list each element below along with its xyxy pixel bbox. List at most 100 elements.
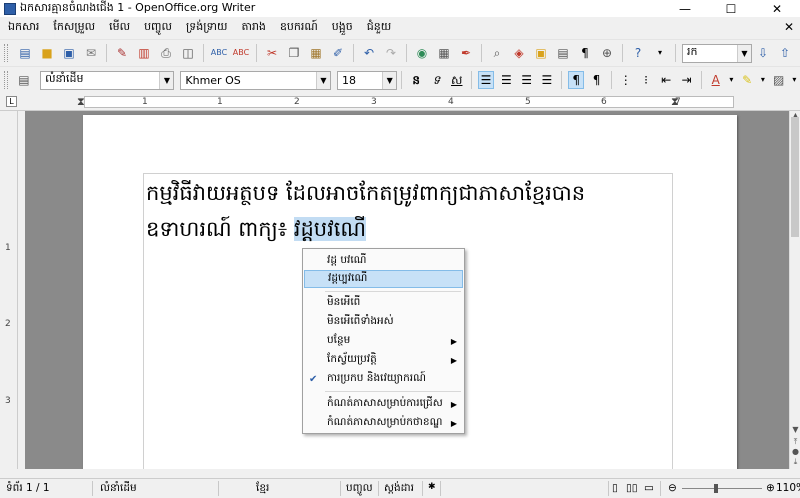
chevron-down-icon[interactable]: ▼ <box>315 71 330 89</box>
bullets-icon[interactable]: ⁝ <box>638 71 654 89</box>
right-indent-marker-icon[interactable]: ⧗ <box>671 95 679 109</box>
chevron-down-icon[interactable]: ▼ <box>159 71 174 89</box>
underline-icon[interactable]: ស <box>449 71 465 89</box>
menu-file[interactable]: ឯកសារ <box>6 20 51 36</box>
find-input[interactable]: រក ▼ <box>682 43 752 63</box>
page-indicator[interactable]: ទំព័រ 1 / 1 <box>6 482 50 497</box>
highlighting-icon[interactable]: ✎ <box>739 71 755 89</box>
toolbar-options-icon[interactable]: ▾ <box>651 44 669 62</box>
find-replace-icon[interactable]: ⌕ <box>488 44 506 62</box>
spelling-grammar-item[interactable]: ✔ ការប្រកប និងវេយ្យាករណ៍ <box>304 370 463 388</box>
help-icon[interactable]: ? <box>629 44 647 62</box>
menu-format[interactable]: ទ្រង់ទ្រាយ <box>184 20 239 36</box>
increase-indent-icon[interactable]: ⇥ <box>678 71 694 89</box>
scroll-down-icon[interactable]: ▼ <box>791 425 800 434</box>
ignore-all-item[interactable]: មិនអើពើទាំងអស់ <box>304 313 463 331</box>
paragraph-style-select[interactable]: លំនាំដើម ▼ <box>40 70 175 90</box>
menu-tools[interactable]: ឧបករណ៍ <box>278 20 330 36</box>
autocorrect-item[interactable]: កែស្វ័យប្រវត្តិ ▶ <box>304 351 463 369</box>
chevron-down-icon[interactable]: ▼ <box>382 71 397 89</box>
suggestion-2[interactable]: វដ្ដប្បវណើ <box>304 270 463 288</box>
zoom-slider-knob[interactable] <box>714 484 718 493</box>
toolbar-grip[interactable] <box>4 44 8 62</box>
page-preview-icon[interactable]: ◫ <box>179 44 197 62</box>
hyperlink-icon[interactable]: ◉ <box>413 44 431 62</box>
minimize-button[interactable]: — <box>662 0 708 17</box>
multi-page-view-icon[interactable]: ▯▯ <box>626 482 638 494</box>
open-folder-icon[interactable]: ■ <box>38 44 56 62</box>
align-right-icon[interactable]: ☰ <box>519 71 535 89</box>
font-name-select[interactable]: Khmer OS ▼ <box>180 70 331 90</box>
copy-icon[interactable]: ❐ <box>285 44 303 62</box>
scrollbar-thumb[interactable] <box>791 117 799 237</box>
font-color-icon[interactable]: A <box>708 71 724 89</box>
book-view-icon[interactable]: ▭ <box>644 482 654 494</box>
zoom-level[interactable]: 110% <box>776 482 800 494</box>
suggestion-1[interactable]: វដ្ដ បវណើ <box>304 252 463 270</box>
menu-window[interactable]: បង្អួច <box>330 20 365 36</box>
selection-mode[interactable]: ស្តង់ដារ <box>384 482 414 497</box>
close-document-icon[interactable]: ✕ <box>784 20 794 34</box>
insert-mode[interactable]: បញ្ចូល <box>346 482 373 497</box>
cut-icon[interactable]: ✂ <box>263 44 281 62</box>
document-modified-icon[interactable]: ✱ <box>428 482 436 492</box>
show-draw-functions-icon[interactable]: ✒ <box>457 44 475 62</box>
find-previous-icon[interactable]: ⇧ <box>776 44 794 62</box>
toolbar-grip[interactable] <box>4 71 8 89</box>
data-sources-icon[interactable]: ▤ <box>554 44 572 62</box>
left-to-right-icon[interactable]: ¶ <box>567 71 585 89</box>
clone-formatting-icon[interactable]: ✐ <box>329 44 347 62</box>
navigator-icon[interactable]: ◈ <box>510 44 528 62</box>
previous-page-icon[interactable]: ⤒ <box>791 437 800 447</box>
background-color-icon[interactable]: ▨ <box>771 71 787 89</box>
new-document-icon[interactable]: ▤ <box>16 44 34 62</box>
edit-file-icon[interactable]: ✎ <box>113 44 131 62</box>
font-color-dropdown-icon[interactable]: ▾ <box>728 71 735 89</box>
set-language-selection-item[interactable]: កំណត់ភាសាសម្រាប់ការជ្រើស ▶ <box>304 395 463 413</box>
decrease-indent-icon[interactable]: ⇤ <box>658 71 674 89</box>
email-icon[interactable]: ✉ <box>82 44 100 62</box>
italic-icon[interactable]: ទ <box>428 71 444 89</box>
autospellcheck-icon[interactable]: ABC <box>232 44 250 62</box>
menu-help[interactable]: ជំនួយ <box>365 20 403 36</box>
numbering-icon[interactable]: ⋮ <box>618 71 634 89</box>
justify-icon[interactable]: ☰ <box>539 71 555 89</box>
zoom-in-icon[interactable]: ⊕ <box>766 482 775 494</box>
save-icon[interactable]: ▣ <box>60 44 78 62</box>
page-style[interactable]: លំនាំដើម <box>100 482 137 497</box>
chevron-down-icon[interactable]: ▼ <box>737 44 751 62</box>
language-indicator[interactable]: ខ្មែរ <box>256 482 269 497</box>
font-size-select[interactable]: 18 ▼ <box>336 70 398 90</box>
next-page-icon[interactable]: ⤓ <box>791 457 800 467</box>
menu-edit[interactable]: កែសម្រួល <box>51 20 107 36</box>
maximize-button[interactable]: ☐ <box>708 0 754 17</box>
gallery-icon[interactable]: ▣ <box>532 44 550 62</box>
menu-table[interactable]: តារាង <box>239 20 277 36</box>
ruler-track[interactable]: ⧗ 1 1 2 3 4 5 6 7 ⧗ <box>77 95 734 109</box>
zoom-slider[interactable] <box>682 488 762 489</box>
print-icon[interactable]: ⎙ <box>157 44 175 62</box>
table-icon[interactable]: ▦ <box>435 44 453 62</box>
align-left-icon[interactable]: ☰ <box>477 71 495 89</box>
misspelled-word-selection[interactable]: វដ្ដបវណើ <box>293 217 367 241</box>
align-center-icon[interactable]: ☰ <box>498 71 514 89</box>
zoom-out-icon[interactable]: ⊖ <box>668 482 677 494</box>
right-to-left-icon[interactable]: ¶ <box>588 71 604 89</box>
set-language-paragraph-item[interactable]: កំណត់ភាសាសម្រាប់កថាខណ្ឌ ▶ <box>304 414 463 432</box>
close-button[interactable]: ✕ <box>754 0 800 17</box>
paste-icon[interactable]: ▦ <box>307 44 325 62</box>
navigation-icon[interactable]: ● <box>791 447 800 456</box>
indent-marker-icon[interactable]: ⧗ <box>77 95 85 109</box>
single-page-view-icon[interactable]: ▯ <box>612 482 618 494</box>
menu-view[interactable]: មើល <box>107 20 142 36</box>
document-line-1[interactable]: កម្មវិធីវាយអត្ថបទ ដែលអាចកែតម្រូវពាក្យជាភ… <box>146 180 585 211</box>
styles-formatting-icon[interactable]: ▤ <box>16 71 32 89</box>
add-to-dictionary-item[interactable]: បន្ថែម ▶ <box>304 332 463 350</box>
ignore-item[interactable]: មិនអើពើ <box>304 294 463 312</box>
spellcheck-icon[interactable]: ABC <box>210 44 228 62</box>
nonprinting-characters-icon[interactable]: ¶ <box>576 44 594 62</box>
highlighting-dropdown-icon[interactable]: ▾ <box>759 71 766 89</box>
tab-stop-selector[interactable]: L <box>6 96 17 107</box>
vertical-scrollbar[interactable]: ▲ ▼ ⤒ ● ⤓ <box>789 111 800 469</box>
export-pdf-icon[interactable]: ▥ <box>135 44 153 62</box>
